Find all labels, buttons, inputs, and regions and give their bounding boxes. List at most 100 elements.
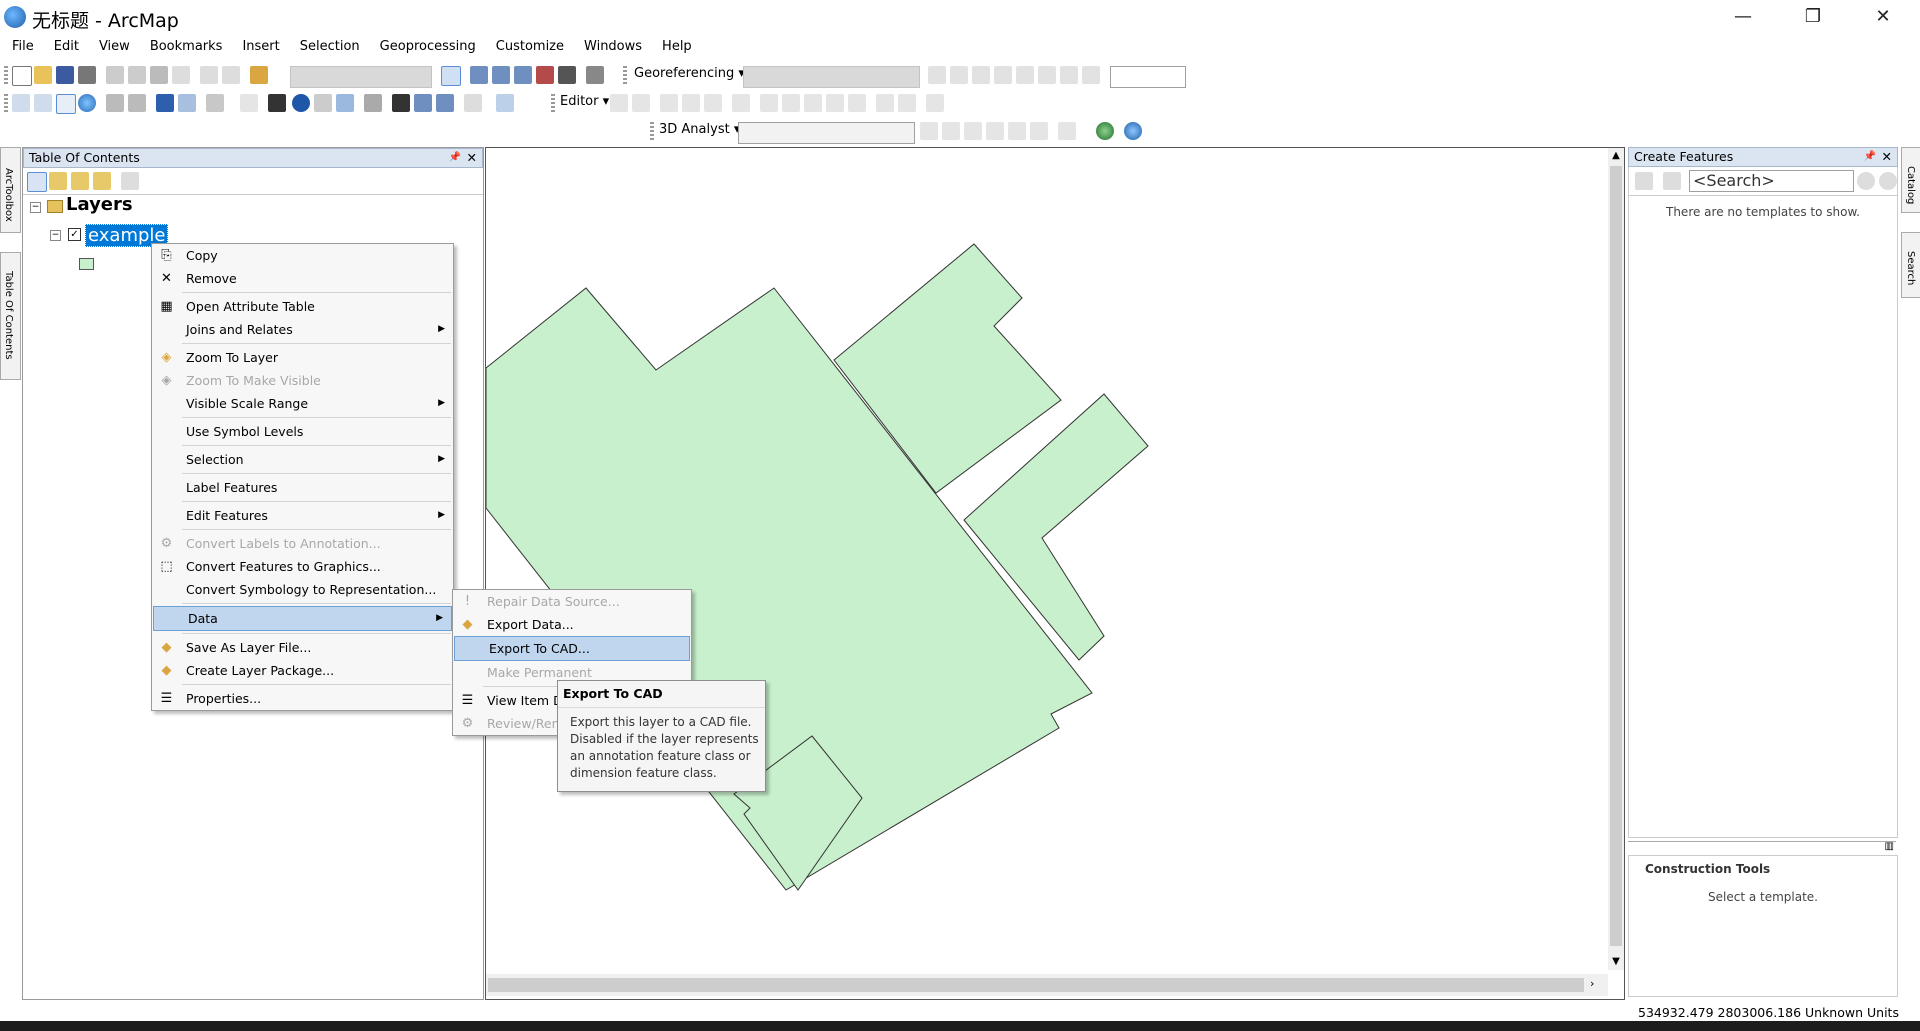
map-canvas[interactable] bbox=[486, 148, 1624, 999]
line-of-sight-icon[interactable] bbox=[964, 122, 982, 140]
toc-close-icon[interactable]: ✕ bbox=[467, 149, 477, 167]
menu-customize[interactable]: Customize bbox=[484, 36, 572, 58]
restore-button[interactable]: ❐ bbox=[1778, 0, 1848, 34]
time-slider-icon[interactable] bbox=[464, 94, 482, 112]
list-by-drawing-order-icon[interactable] bbox=[27, 172, 47, 192]
search-side-tab[interactable]: Search bbox=[1901, 232, 1920, 298]
menu-item-export-to-cad[interactable]: Export To CAD... bbox=[454, 636, 690, 661]
georef-tool-icon[interactable] bbox=[1060, 66, 1078, 84]
menu-insert[interactable]: Insert bbox=[230, 36, 287, 58]
select-elements-icon[interactable] bbox=[268, 94, 286, 112]
clear-search-icon[interactable] bbox=[1879, 172, 1897, 190]
menu-item-save-as-layer-file[interactable]: ◆ Save As Layer File... bbox=[152, 636, 453, 659]
edit-tool-icon[interactable] bbox=[610, 94, 628, 112]
toolbox-icon[interactable] bbox=[536, 66, 554, 84]
menu-help[interactable]: Help bbox=[650, 36, 700, 58]
catalog-window-icon[interactable] bbox=[492, 66, 510, 84]
contour-icon[interactable] bbox=[920, 122, 938, 140]
edit-vertices-icon[interactable] bbox=[760, 94, 778, 112]
sketch-properties-icon[interactable] bbox=[898, 94, 916, 112]
list-by-visibility-icon[interactable] bbox=[71, 172, 89, 190]
catalog-side-tab[interactable]: Catalog bbox=[1901, 147, 1920, 213]
list-by-selection-icon[interactable] bbox=[93, 172, 111, 190]
menu-item-zoom-to-layer[interactable]: ◈ Zoom To Layer bbox=[152, 346, 453, 369]
save-icon[interactable] bbox=[56, 66, 74, 84]
clear-selection-icon[interactable] bbox=[240, 94, 258, 112]
point-icon[interactable] bbox=[732, 94, 750, 112]
menu-item-data[interactable]: Data ▶ bbox=[153, 606, 452, 631]
html-popup-icon[interactable] bbox=[336, 94, 354, 112]
layers-root-label[interactable]: Layers bbox=[66, 194, 133, 215]
toolbar-grip[interactable] bbox=[4, 94, 8, 112]
scroll-right-icon[interactable]: › bbox=[1590, 977, 1594, 990]
full-extent-icon[interactable] bbox=[78, 94, 96, 112]
georef-tool-icon[interactable] bbox=[1038, 66, 1056, 84]
forward-icon[interactable] bbox=[178, 94, 196, 112]
straight-segment-icon[interactable] bbox=[660, 94, 678, 112]
fixed-zoom-out-icon[interactable] bbox=[128, 94, 146, 112]
edit-annotation-icon[interactable] bbox=[632, 94, 650, 112]
pin-icon[interactable]: 📌 bbox=[1864, 148, 1876, 166]
search-window-icon[interactable] bbox=[514, 66, 532, 84]
undo-icon[interactable] bbox=[200, 66, 218, 84]
redo-icon[interactable] bbox=[222, 66, 240, 84]
find-icon[interactable] bbox=[392, 94, 410, 112]
menu-bookmarks[interactable]: Bookmarks bbox=[138, 36, 231, 58]
menu-item-convert-labels[interactable]: ⚙ Convert Labels to Annotation... bbox=[152, 532, 453, 555]
georef-tool-icon[interactable] bbox=[994, 66, 1012, 84]
python-window-icon[interactable] bbox=[558, 66, 576, 84]
paste-icon[interactable] bbox=[150, 66, 168, 84]
horizontal-scroll-thumb[interactable] bbox=[488, 978, 1584, 992]
toolbar-grip[interactable] bbox=[551, 94, 555, 112]
print-icon[interactable] bbox=[78, 66, 96, 84]
3d-layer-combo[interactable] bbox=[738, 122, 915, 144]
rotation-input[interactable] bbox=[1110, 66, 1186, 88]
search-icon[interactable] bbox=[1857, 172, 1875, 190]
rotate-icon[interactable] bbox=[1082, 66, 1100, 84]
arctoolbox-side-tab[interactable]: ArcToolbox bbox=[0, 147, 21, 233]
toc-options-icon[interactable] bbox=[121, 172, 139, 190]
menu-item-remove[interactable]: ✕ Remove bbox=[152, 267, 453, 290]
split-icon[interactable] bbox=[826, 94, 844, 112]
arcglobe-icon[interactable] bbox=[1124, 122, 1142, 140]
toc-window-icon[interactable] bbox=[470, 66, 488, 84]
xy-icon[interactable] bbox=[436, 94, 454, 112]
interpolate-icon[interactable] bbox=[1030, 122, 1048, 140]
fixed-zoom-in-icon[interactable] bbox=[106, 94, 124, 112]
menu-file[interactable]: File bbox=[0, 36, 42, 58]
menu-item-use-symbol-levels[interactable]: Use Symbol Levels bbox=[152, 420, 453, 443]
arcscene-icon[interactable] bbox=[1096, 122, 1114, 140]
pin-icon[interactable]: 📌 bbox=[449, 149, 461, 167]
menu-item-copy[interactable]: ⎘ Copy bbox=[152, 244, 453, 267]
layers-collapse-icon[interactable]: − bbox=[30, 202, 41, 213]
menu-item-export-data[interactable]: ◆ Export Data... bbox=[453, 613, 691, 636]
endpoint-arc-icon[interactable] bbox=[682, 94, 700, 112]
menu-item-joins-relates[interactable]: Joins and Relates ▶ bbox=[152, 318, 453, 341]
3d-analyst-menu[interactable]: 3D Analyst ▾ bbox=[659, 122, 740, 137]
identify-icon[interactable] bbox=[292, 94, 310, 112]
route-icon[interactable] bbox=[414, 94, 432, 112]
menu-item-visible-scale-range[interactable]: Visible Scale Range ▶ bbox=[152, 392, 453, 415]
viewer-icon[interactable] bbox=[496, 94, 514, 112]
zoom-in-icon[interactable] bbox=[12, 94, 30, 112]
editor-menu[interactable]: Editor ▾ bbox=[560, 94, 609, 109]
toolbar-grip[interactable] bbox=[650, 122, 654, 140]
toolbar-grip[interactable] bbox=[4, 66, 8, 84]
select-features-icon[interactable] bbox=[206, 94, 224, 112]
open-icon[interactable] bbox=[34, 66, 52, 84]
menu-item-repair-data-source[interactable]: ! Repair Data Source... bbox=[453, 590, 691, 613]
georef-tool-icon[interactable] bbox=[972, 66, 990, 84]
map-horizontal-scrollbar[interactable]: › bbox=[486, 974, 1608, 996]
delete-icon[interactable] bbox=[172, 66, 190, 84]
menu-view[interactable]: View bbox=[87, 36, 138, 58]
hyperlink-icon[interactable] bbox=[314, 94, 332, 112]
cut-polygons-icon[interactable] bbox=[804, 94, 822, 112]
menu-item-convert-features[interactable]: ⬚ Convert Features to Graphics... bbox=[152, 555, 453, 578]
layer-visibility-checkbox[interactable]: ✓ bbox=[68, 228, 81, 241]
menu-item-selection[interactable]: Selection ▶ bbox=[152, 448, 453, 471]
point-profile-icon[interactable] bbox=[1008, 122, 1026, 140]
scroll-up-icon[interactable]: ▲ bbox=[1608, 150, 1624, 161]
template-search-input[interactable]: <Search> bbox=[1689, 170, 1854, 192]
toolbar-grip[interactable] bbox=[623, 66, 627, 84]
map-view[interactable]: ▲ ▼ › bbox=[485, 147, 1625, 1000]
